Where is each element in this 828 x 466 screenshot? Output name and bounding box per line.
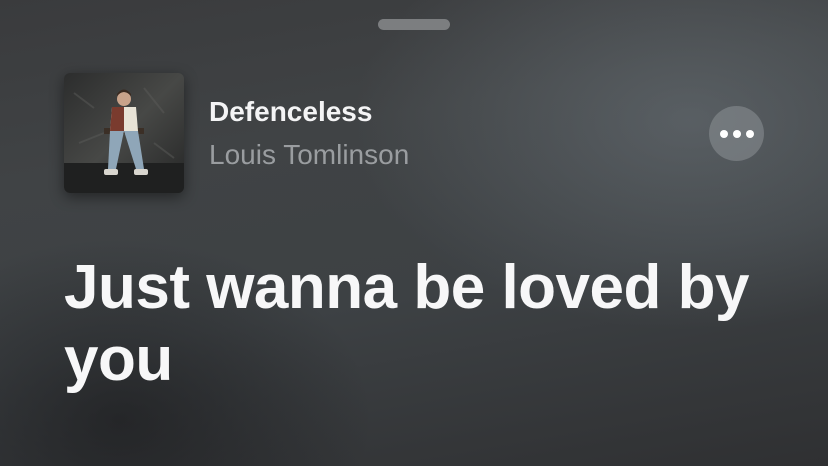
sheet-grabber-handle[interactable] — [378, 19, 450, 30]
now-playing-header: Defenceless Louis Tomlinson — [64, 73, 764, 193]
artist-name[interactable]: Louis Tomlinson — [209, 139, 409, 171]
more-options-button[interactable] — [709, 106, 764, 161]
ellipsis-icon — [719, 129, 754, 138]
song-title: Defenceless — [209, 96, 373, 127]
current-lyric-line[interactable]: Just wanna be loved by you — [64, 252, 804, 396]
album-cover-icon[interactable] — [64, 73, 184, 193]
